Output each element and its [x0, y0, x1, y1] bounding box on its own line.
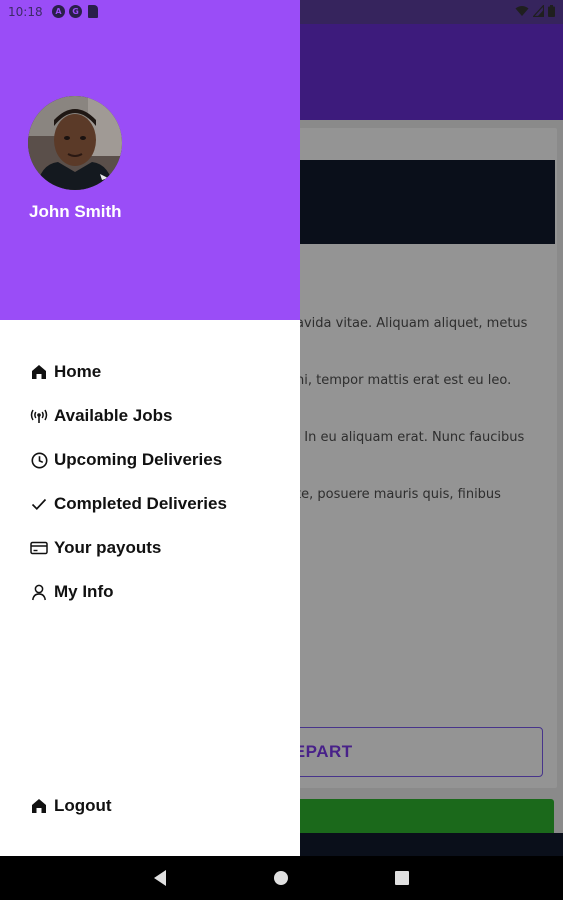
home-icon — [30, 797, 48, 815]
nav-item-label: Upcoming Deliveries — [54, 450, 223, 469]
home-icon — [30, 363, 48, 381]
broadcast-icon — [30, 407, 48, 425]
avatar — [28, 96, 122, 190]
sd-card-icon — [88, 5, 98, 18]
check-icon — [30, 495, 48, 513]
nav-item-available-jobs[interactable]: Available Jobs — [0, 394, 300, 438]
recents-icon[interactable] — [395, 871, 409, 885]
wifi-icon — [515, 6, 529, 16]
navigation-drawer: John Smith Home Available Jobs Upcoming … — [0, 0, 300, 856]
nav-item-home[interactable]: Home — [0, 350, 300, 394]
status-time: 10:18 — [8, 5, 43, 19]
user-name: John Smith — [29, 202, 122, 221]
home-circle-icon[interactable] — [274, 871, 288, 885]
a11y-icon: A — [52, 5, 65, 18]
clock-icon — [30, 451, 48, 469]
nav-item-upcoming-deliveries[interactable]: Upcoming Deliveries — [0, 438, 300, 482]
back-icon[interactable] — [154, 870, 166, 886]
nav-item-label: My Info — [54, 582, 114, 601]
status-system-icons — [515, 5, 555, 17]
nav-item-label: Your payouts — [54, 538, 162, 557]
nav-item-label: Completed Deliveries — [54, 494, 227, 513]
status-notification-icons: A G — [52, 5, 98, 18]
nav-item-completed-deliveries[interactable]: Completed Deliveries — [0, 482, 300, 526]
nav-item-my-info[interactable]: My Info — [0, 570, 300, 614]
nav-item-label: Available Jobs — [54, 406, 173, 425]
drawer-header: John Smith — [0, 0, 300, 320]
nav-item-logout[interactable]: Logout — [0, 784, 300, 828]
nav-item-your-payouts[interactable]: Your payouts — [0, 526, 300, 570]
nav-item-label: Home — [54, 362, 102, 381]
credit-card-icon — [30, 539, 48, 557]
drawer-nav-list: Home Available Jobs Upcoming Deliveries … — [0, 350, 300, 614]
battery-icon — [548, 5, 555, 17]
logout-section: Logout — [0, 784, 300, 828]
system-nav-bar — [0, 856, 563, 900]
person-icon — [30, 583, 48, 601]
gallery-app-icon: G — [69, 5, 82, 18]
status-bar: 10:18 A G — [0, 0, 563, 24]
logout-label: Logout — [54, 796, 112, 815]
avatar-photo — [28, 96, 122, 190]
signal-icon — [533, 5, 544, 17]
